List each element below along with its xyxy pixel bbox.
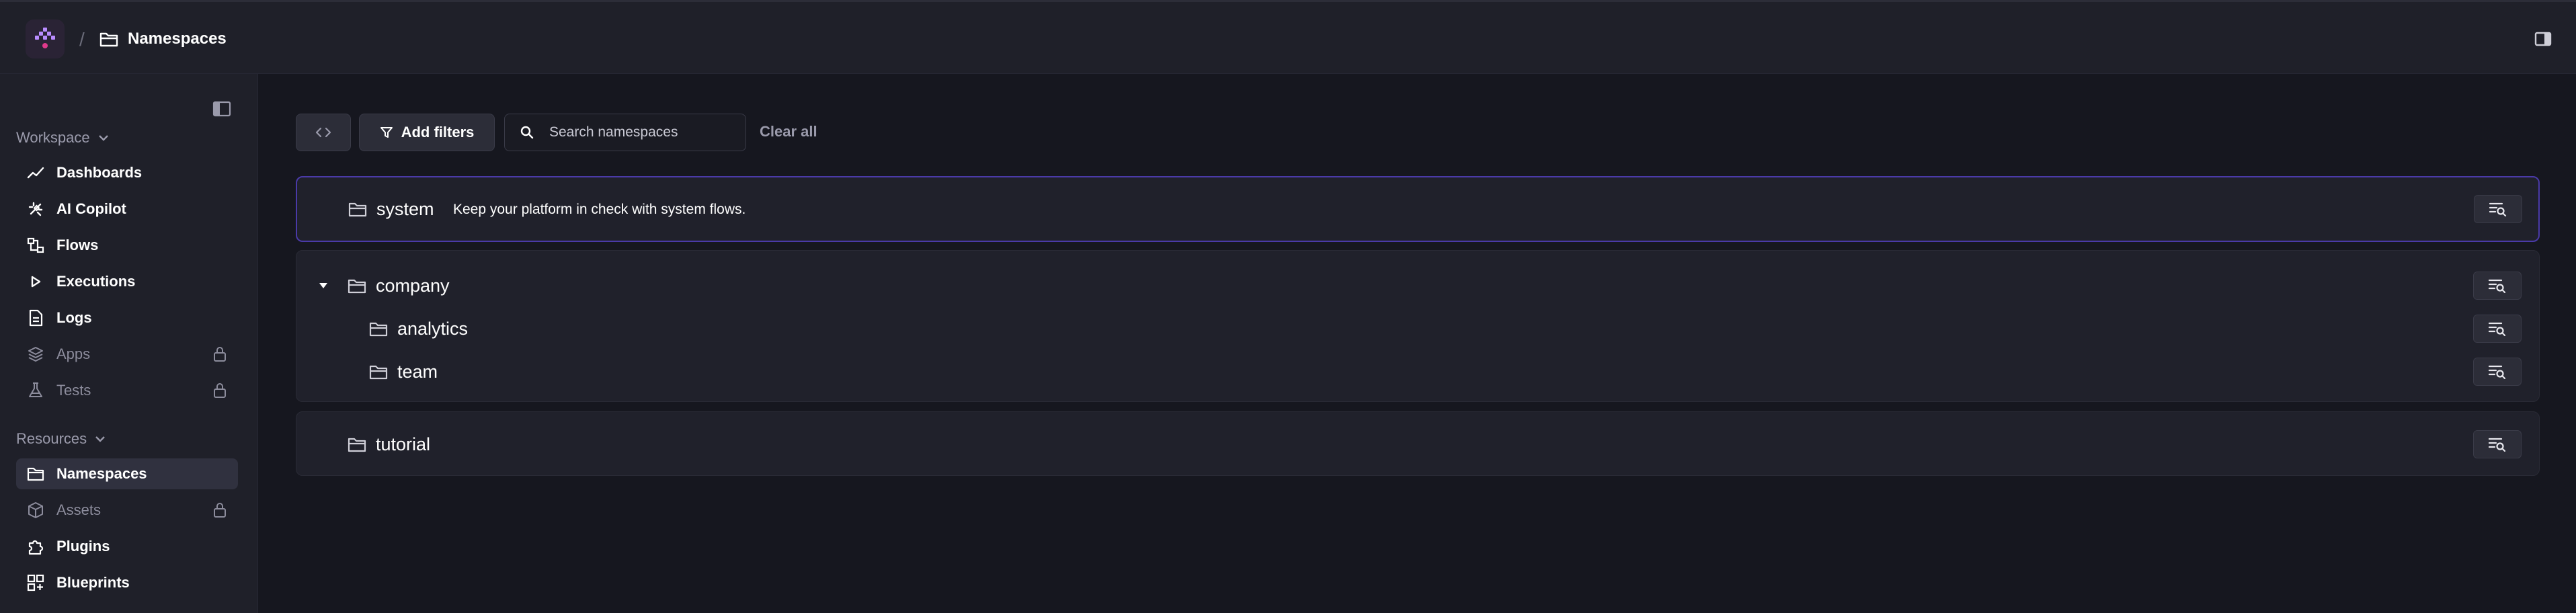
- sidebar-item-label: Namespaces: [56, 465, 147, 482]
- sidebar-item-label: Assets: [56, 501, 102, 518]
- resources-section-toggle[interactable]: Resources: [16, 430, 106, 448]
- namespace-details-button[interactable]: [2473, 358, 2522, 386]
- code-view-button[interactable]: [296, 114, 351, 151]
- sidebar-item-tests[interactable]: Tests: [16, 375, 238, 406]
- namespace-row[interactable]: company: [296, 264, 2539, 307]
- search-icon: [520, 126, 534, 139]
- namespace-name[interactable]: tutorial: [376, 434, 430, 455]
- search-input[interactable]: [549, 124, 724, 140]
- clear-all-button[interactable]: Clear all: [760, 123, 817, 140]
- folder-icon: [348, 202, 367, 217]
- namespace-name[interactable]: system: [376, 199, 434, 220]
- kestra-logo-icon[interactable]: [26, 19, 65, 58]
- list-search-icon: [2488, 365, 2506, 379]
- caret-down-icon[interactable]: [317, 279, 330, 292]
- breadcrumb-separator: /: [79, 29, 85, 50]
- sidebar-item-label: Apps: [56, 345, 91, 362]
- layers-icon: [28, 347, 43, 362]
- namespace-row[interactable]: team: [296, 350, 2539, 393]
- folder-icon: [348, 438, 366, 452]
- sidebar-item-dashboards[interactable]: Dashboards: [16, 157, 238, 188]
- lock-icon: [214, 503, 226, 518]
- flask-icon: [29, 382, 42, 397]
- sidebar-item-label: Dashboards: [56, 164, 143, 181]
- code-icon: [315, 127, 331, 138]
- namespace-row[interactable]: system Keep your platform in check with …: [297, 188, 2538, 231]
- sidebar-item-label: Logs: [56, 309, 92, 326]
- list-search-icon: [2488, 438, 2506, 452]
- folder-icon: [369, 322, 388, 337]
- sidebar-item-logs[interactable]: Logs: [16, 302, 238, 333]
- folder-icon: [348, 279, 366, 294]
- namespace-details-button[interactable]: [2473, 272, 2522, 300]
- namespace-card-company: company analytics team: [296, 250, 2540, 402]
- sidebar-item-label: Plugins: [56, 538, 110, 555]
- namespace-details-button[interactable]: [2474, 195, 2522, 223]
- play-icon: [31, 276, 41, 288]
- top-bar: / Namespaces: [0, 0, 2576, 74]
- namespace-description: Keep your platform in check with system …: [453, 202, 746, 217]
- sidebar-item-label: Tests: [56, 382, 91, 399]
- lock-icon: [214, 347, 226, 362]
- breadcrumb-title[interactable]: Namespaces: [128, 30, 227, 48]
- sidebar-item-label: Flows: [56, 237, 99, 253]
- namespace-name[interactable]: team: [397, 362, 438, 382]
- add-filters-button[interactable]: Add filters: [359, 114, 495, 151]
- namespace-row[interactable]: tutorial: [296, 423, 2539, 466]
- list-search-icon: [2489, 202, 2507, 216]
- filter-icon: [380, 127, 393, 138]
- namespace-details-button[interactable]: [2473, 430, 2522, 458]
- search-box[interactable]: [504, 114, 746, 151]
- workspace-section-label: Workspace: [16, 129, 90, 146]
- sidebar-item-blueprints[interactable]: Blueprints: [16, 567, 238, 598]
- sidebar-item-executions[interactable]: Executions: [16, 266, 238, 297]
- workspace-section-toggle[interactable]: Workspace: [16, 129, 109, 147]
- namespace-name[interactable]: company: [376, 276, 450, 296]
- chevron-down-icon: [98, 135, 108, 141]
- sidebar-item-label: AI Copilot: [56, 200, 126, 217]
- folder-icon: [27, 467, 44, 481]
- sidebar-item-plugins[interactable]: Plugins: [16, 531, 238, 562]
- resources-section-label: Resources: [16, 430, 87, 447]
- namespace-card-system: system Keep your platform in check with …: [296, 176, 2540, 242]
- sidebar-item-label: Executions: [56, 273, 136, 290]
- namespace-name[interactable]: analytics: [397, 319, 468, 339]
- sidebar-item-namespaces[interactable]: Namespaces: [16, 458, 238, 489]
- namespace-card-tutorial: tutorial: [296, 411, 2540, 476]
- file-icon: [29, 309, 43, 327]
- cube-icon: [28, 502, 43, 518]
- sidebar-item-label: Blueprints: [56, 574, 130, 591]
- lock-icon: [214, 383, 226, 398]
- chart-line-icon: [27, 167, 44, 179]
- panel-toggle-icon[interactable]: [2534, 32, 2552, 46]
- namespace-details-button[interactable]: [2473, 315, 2522, 343]
- namespace-row[interactable]: analytics: [296, 307, 2539, 350]
- list-search-icon: [2488, 279, 2506, 293]
- sidebar-item-apps[interactable]: Apps: [16, 339, 238, 370]
- sidebar-item-flows[interactable]: Flows: [16, 230, 238, 261]
- add-filters-label: Add filters: [401, 124, 475, 140]
- blueprint-icon: [27, 574, 44, 591]
- folder-icon: [99, 32, 118, 47]
- flows-icon: [27, 237, 44, 253]
- sidebar: Workspace Dashboards AI Copilot Flows Ex…: [0, 74, 258, 613]
- puzzle-icon: [28, 540, 44, 555]
- sparkle-icon: [28, 202, 43, 216]
- list-search-icon: [2488, 322, 2506, 336]
- sidebar-item-assets[interactable]: Assets: [16, 495, 238, 526]
- sidebar-item-ai-copilot[interactable]: AI Copilot: [16, 194, 238, 224]
- chevron-down-icon: [95, 436, 106, 442]
- folder-icon: [369, 365, 388, 380]
- sidebar-collapse-icon[interactable]: [212, 101, 231, 117]
